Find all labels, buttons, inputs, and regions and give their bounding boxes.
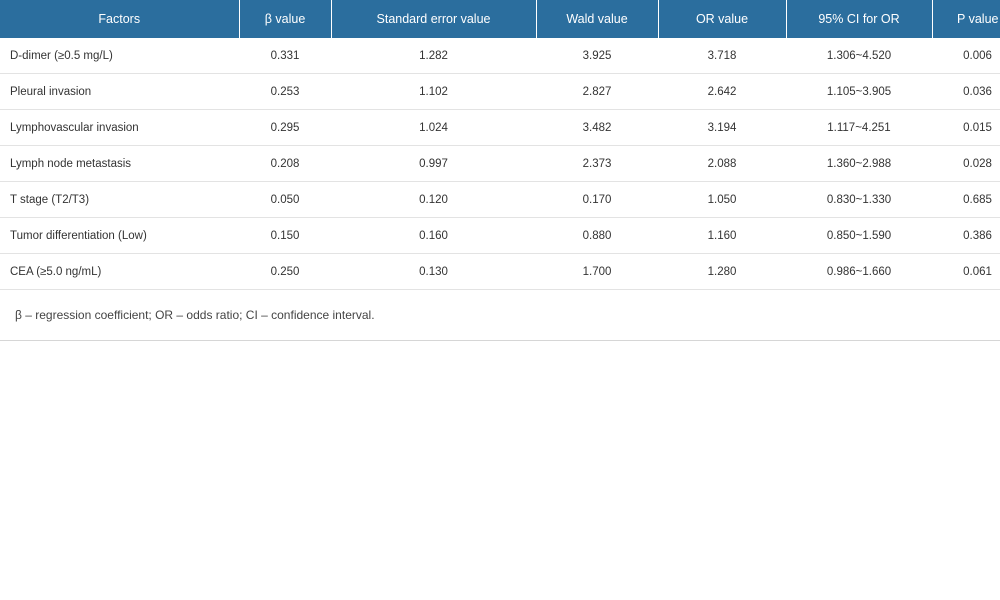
table-row: Lymph node metastasis 0.208 0.997 2.373 … [0,145,1000,182]
cell-wald: 3.482 [536,109,658,146]
cell-wald: 2.373 [536,145,658,182]
cell-standard-error: 1.102 [331,73,536,110]
table-row: D-dimer (≥0.5 mg/L) 0.331 1.282 3.925 3.… [0,38,1000,74]
cell-wald: 0.880 [536,217,658,254]
cell-factor: T stage (T2/T3) [0,181,239,218]
cell-or: 1.050 [658,181,786,218]
cell-or: 2.642 [658,73,786,110]
cell-beta: 0.331 [239,38,331,74]
cell-standard-error: 0.120 [331,181,536,218]
header-ci-for-or: 95% CI for OR [786,0,933,38]
header-p-value: P value [932,0,1000,38]
header-factors: Factors [0,0,240,38]
header-beta-value: β value [239,0,332,38]
cell-wald: 0.170 [536,181,658,218]
cell-factor: CEA (≥5.0 ng/mL) [0,253,239,290]
cell-factor: D-dimer (≥0.5 mg/L) [0,38,239,74]
cell-ci: 1.105~3.905 [786,73,932,110]
cell-p: 0.015 [932,109,1000,146]
cell-p: 0.386 [932,217,1000,254]
table-row: Lymphovascular invasion 0.295 1.024 3.48… [0,109,1000,146]
table-footnote: β – regression coefficient; OR – odds ra… [15,308,375,322]
cell-standard-error: 0.130 [331,253,536,290]
cell-wald: 1.700 [536,253,658,290]
results-table-container: Factors β value Standard error value Wal… [0,0,1000,341]
table-row: Tumor differentiation (Low) 0.150 0.160 … [0,217,1000,254]
cell-ci: 0.850~1.590 [786,217,932,254]
cell-factor: Lymph node metastasis [0,145,239,182]
table-row: T stage (T2/T3) 0.050 0.120 0.170 1.050 … [0,181,1000,218]
cell-beta: 0.050 [239,181,331,218]
cell-wald: 3.925 [536,38,658,74]
cell-ci: 0.986~1.660 [786,253,932,290]
header-standard-error: Standard error value [331,0,537,38]
cell-or: 1.280 [658,253,786,290]
table-header: Factors β value Standard error value Wal… [0,0,1000,38]
cell-standard-error: 0.160 [331,217,536,254]
cell-beta: 0.253 [239,73,331,110]
cell-ci: 1.360~2.988 [786,145,932,182]
cell-beta: 0.150 [239,217,331,254]
cell-standard-error: 1.282 [331,38,536,74]
cell-or: 3.194 [658,109,786,146]
cell-p: 0.006 [932,38,1000,74]
cell-ci: 1.117~4.251 [786,109,932,146]
cell-p: 0.028 [932,145,1000,182]
cell-factor: Tumor differentiation (Low) [0,217,239,254]
header-row: Factors β value Standard error value Wal… [0,0,1000,38]
cell-standard-error: 0.997 [331,145,536,182]
cell-factor: Lymphovascular invasion [0,109,239,146]
header-wald-value: Wald value [536,0,659,38]
cell-wald: 2.827 [536,73,658,110]
table-body: D-dimer (≥0.5 mg/L) 0.331 1.282 3.925 3.… [0,38,1000,290]
cell-or: 3.718 [658,38,786,74]
results-table: Factors β value Standard error value Wal… [0,0,1000,290]
cell-beta: 0.250 [239,253,331,290]
cell-factor: Pleural invasion [0,73,239,110]
cell-or: 2.088 [658,145,786,182]
cell-p: 0.685 [932,181,1000,218]
cell-p: 0.061 [932,253,1000,290]
cell-or: 1.160 [658,217,786,254]
table-row: Pleural invasion 0.253 1.102 2.827 2.642… [0,73,1000,110]
cell-ci: 0.830~1.330 [786,181,932,218]
cell-ci: 1.306~4.520 [786,38,932,74]
header-or-value: OR value [658,0,787,38]
cell-p: 0.036 [932,73,1000,110]
cell-beta: 0.295 [239,109,331,146]
table-row: CEA (≥5.0 ng/mL) 0.250 0.130 1.700 1.280… [0,253,1000,290]
cell-beta: 0.208 [239,145,331,182]
cell-standard-error: 1.024 [331,109,536,146]
